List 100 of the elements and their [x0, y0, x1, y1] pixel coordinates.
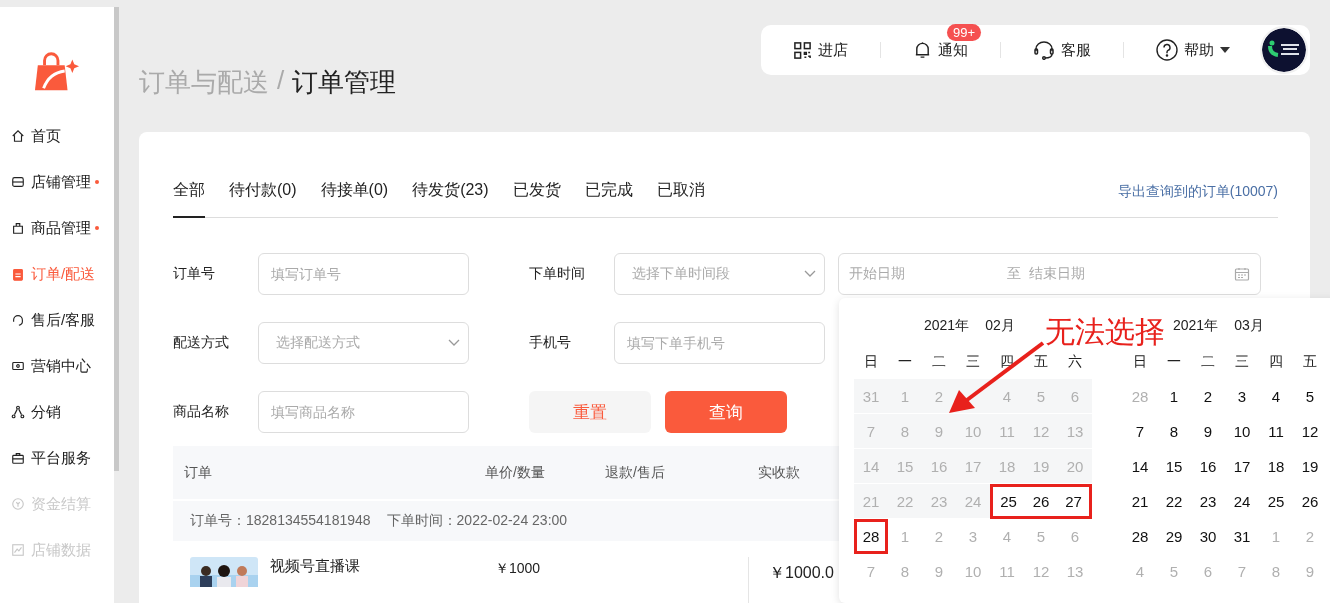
tab[interactable]: 已完成 [584, 180, 633, 218]
calendar-day[interactable]: 3 [1225, 379, 1259, 414]
calendar-day: 7 [854, 414, 888, 449]
calendar-day[interactable]: 11 [1259, 414, 1293, 449]
calendar-day[interactable]: 10 [1225, 414, 1259, 449]
calendar-day[interactable]: 27 [1058, 484, 1092, 519]
calendar-day[interactable]: 25 [1259, 484, 1293, 519]
calendar-day[interactable]: 2 [1191, 379, 1225, 414]
toolbar-button[interactable]: 通知 [911, 40, 970, 60]
month-label[interactable]: 02月 [985, 317, 1015, 335]
calendar-day[interactable]: 17 [1225, 449, 1259, 484]
calendar-day[interactable]: 12 [1293, 414, 1327, 449]
calendar-day[interactable]: 29 [1157, 519, 1191, 554]
scrollbar[interactable] [114, 7, 119, 471]
calendar-day[interactable]: 21 [1123, 484, 1157, 519]
calendar-day[interactable]: 26 [1293, 484, 1327, 519]
avatar[interactable] [1260, 26, 1308, 74]
calendar-day: 9 [922, 414, 956, 449]
annotation-text: 无法选择 [1045, 314, 1165, 350]
calendar-day[interactable]: 31 [1225, 519, 1259, 554]
clipboard-icon [11, 267, 25, 281]
input-field[interactable]: 填写订单号 [258, 253, 469, 295]
calendar-day[interactable]: 24 [1225, 484, 1259, 519]
calendar-day[interactable]: 28 [1123, 519, 1157, 554]
calendar-day: 21 [854, 484, 888, 519]
calendar-day[interactable]: 8 [1157, 414, 1191, 449]
tab[interactable]: 已发货 [512, 180, 561, 218]
sidebar-item[interactable]: 分销 [0, 401, 114, 423]
month-label[interactable]: 03月 [1234, 317, 1264, 335]
tab[interactable]: 待付款(0) [229, 180, 297, 218]
calendar-day: 15 [888, 449, 922, 484]
page-title: 订单管理 [292, 66, 397, 99]
calendar-day[interactable]: 7 [1123, 414, 1157, 449]
calendar-day: 5 [1024, 379, 1058, 414]
tab[interactable]: 全部 [173, 180, 205, 218]
calendar-day[interactable]: 26 [1024, 484, 1058, 519]
tab[interactable]: 待接单(0) [320, 180, 389, 218]
headset-icon [11, 313, 25, 327]
calendar-day[interactable]: 19 [1293, 449, 1327, 484]
field-label: 手机号 [529, 334, 572, 352]
calendar-day[interactable]: 25 [990, 484, 1024, 519]
calendar-day: 14 [854, 449, 888, 484]
weekday-label: 一 [897, 351, 913, 371]
year-label[interactable]: 2021年 [924, 317, 970, 335]
calendar-day[interactable]: 30 [1191, 519, 1225, 554]
input-field[interactable]: 填写商品名称 [258, 391, 469, 433]
weekday-label: 六 [1067, 351, 1083, 371]
weekday-label: 三 [965, 351, 981, 371]
calendar-day[interactable]: 18 [1259, 449, 1293, 484]
calendar-day[interactable]: 5 [1293, 379, 1327, 414]
column-header: 订单 [184, 463, 213, 482]
column-header: 退款/售后 [605, 463, 666, 482]
calendar-day: 11 [990, 414, 1024, 449]
ticket-icon [11, 359, 25, 373]
sidebar-item[interactable]: 首页 [0, 125, 114, 147]
home-icon [11, 129, 25, 143]
input-field[interactable]: 填写下单手机号 [614, 322, 825, 364]
export-link[interactable]: 导出查询到的订单(10007) [1117, 183, 1278, 201]
weekday-label: 五 [1302, 351, 1318, 371]
calendar-day: 23 [922, 484, 956, 519]
bell-icon [913, 40, 932, 60]
sidebar-item[interactable]: 商品管理 [0, 217, 114, 239]
calendar-day: 18 [990, 449, 1024, 484]
calendar-day: 31 [854, 379, 888, 414]
weekday-label: 一 [1166, 351, 1182, 371]
chevron-down-icon [804, 270, 816, 278]
toolbar-button[interactable]: 进店 [791, 40, 850, 60]
calendar-day: 24 [956, 484, 990, 519]
toolbar-button[interactable]: 客服 [1031, 40, 1093, 60]
weekday-label: 日 [863, 351, 879, 371]
sidebar-item[interactable]: 售后/客服 [0, 309, 114, 331]
calendar-day: 4 [990, 379, 1024, 414]
count-badge: 99+ [947, 24, 982, 41]
tab[interactable]: 待发货(23) [412, 180, 489, 218]
weekday-label: 日 [1132, 351, 1148, 371]
calendar-day: 17 [956, 449, 990, 484]
calendar-day[interactable]: 9 [1191, 414, 1225, 449]
calendar-day: 20 [1058, 449, 1092, 484]
network-icon [11, 405, 25, 419]
calendar-day[interactable]: 23 [1191, 484, 1225, 519]
tab[interactable]: 已取消 [656, 180, 705, 218]
calendar-icon [1234, 266, 1250, 282]
calendar-day: 8 [888, 414, 922, 449]
calendar-day[interactable]: 28 [854, 519, 888, 554]
field-label: 下单时间 [529, 265, 586, 283]
calendar-day[interactable]: 15 [1157, 449, 1191, 484]
sidebar-item[interactable]: 平台服务 [0, 447, 114, 469]
toolbar-button[interactable]: 帮助 [1154, 39, 1232, 61]
calendar-day: 22 [888, 484, 922, 519]
calendar-day[interactable]: 1 [1157, 379, 1191, 414]
calendar-day[interactable]: 4 [1259, 379, 1293, 414]
year-label[interactable]: 2021年 [1173, 317, 1219, 335]
calendar-day[interactable]: 16 [1191, 449, 1225, 484]
sidebar-item[interactable]: 店铺管理 [0, 171, 114, 193]
calendar-day: 6 [1058, 379, 1092, 414]
weekday-label: 四 [1268, 351, 1284, 371]
calendar-day[interactable]: 22 [1157, 484, 1191, 519]
calendar-day[interactable]: 14 [1123, 449, 1157, 484]
sidebar-item[interactable]: 营销中心 [0, 355, 114, 377]
calendar-day: 19 [1024, 449, 1058, 484]
